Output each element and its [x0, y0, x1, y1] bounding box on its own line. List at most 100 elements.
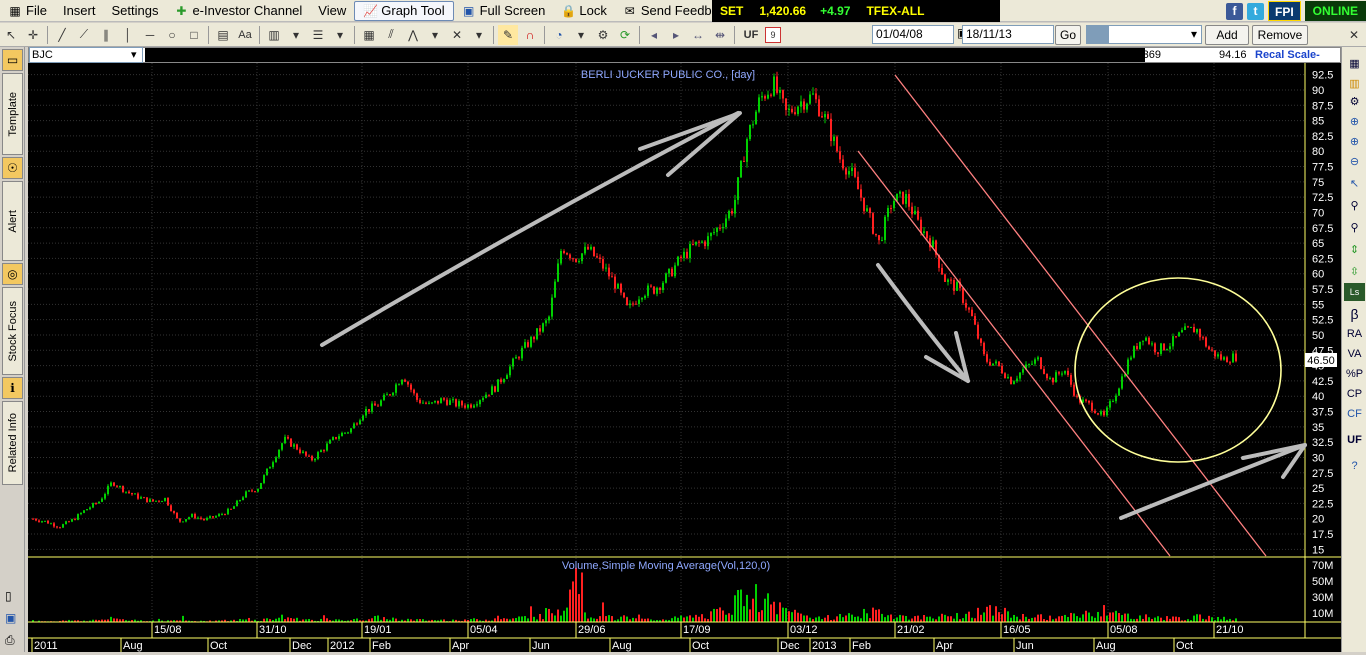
cf-label[interactable]: CF	[1344, 405, 1365, 423]
chevron-down-icon[interactable]: ▾	[131, 48, 137, 62]
line-style-dropdown-icon[interactable]: ▾	[286, 25, 306, 45]
close-icon[interactable]: ✕	[1344, 25, 1364, 45]
calendar-icon[interactable]: 9	[765, 26, 781, 43]
candle-body	[1187, 326, 1189, 328]
menu-graph-tool[interactable]: 📈 Graph Tool	[354, 0, 454, 21]
print-icon[interactable]: ⎙	[5, 633, 15, 648]
ls-icon[interactable]: Ls	[1344, 283, 1365, 301]
zoom-out-x-icon[interactable]: ↔	[688, 25, 708, 45]
zoom-out-icon[interactable]: ⊖	[1344, 153, 1365, 171]
tab-template[interactable]: Template	[2, 73, 23, 155]
tab-alert[interactable]: Alert	[2, 181, 23, 261]
rectangle-icon[interactable]: □	[184, 25, 204, 45]
menu-einvestor[interactable]: ✚ e-Investor Channel	[166, 0, 310, 22]
cycle-dropdown-icon[interactable]: ▾	[571, 25, 591, 45]
ray-icon[interactable]: ⟋	[74, 25, 94, 45]
chevron-down-icon: ▾	[1190, 27, 1197, 41]
settings-wheel-icon[interactable]: ⚙	[593, 25, 613, 45]
fpi-badge[interactable]: FPI	[1267, 1, 1301, 21]
fit-icon[interactable]: ⇳	[1344, 263, 1365, 281]
refresh-icon[interactable]: ⟳	[615, 25, 635, 45]
tab-stock-focus[interactable]: Stock Focus	[2, 287, 23, 375]
vertical-line-icon[interactable]: │	[118, 25, 138, 45]
pattern-dropdown-icon[interactable]: ▾	[425, 25, 445, 45]
candle-body	[893, 200, 895, 209]
save-icon[interactable]: ▣	[5, 611, 16, 625]
magnify-minus-icon[interactable]: ⚲	[1344, 219, 1365, 237]
date-to-input[interactable]: 18/11/13	[962, 25, 1054, 44]
help-icon[interactable]: ?	[1344, 457, 1365, 475]
indicator-select[interactable]: ▾	[1086, 25, 1202, 44]
circle-icon[interactable]: ○	[162, 25, 182, 45]
font-icon[interactable]: Aa	[235, 25, 255, 45]
annotation-circle[interactable]	[1074, 277, 1282, 463]
volume-bar	[809, 617, 811, 622]
va-label[interactable]: VA	[1344, 345, 1365, 363]
pencil-icon[interactable]: ✎	[498, 24, 518, 45]
crosshair-icon[interactable]: ✛	[23, 25, 43, 45]
menu-view[interactable]: View	[310, 0, 354, 22]
candle-body	[911, 206, 913, 215]
cursor-icon[interactable]: ↖	[1344, 175, 1365, 193]
zoom-in-x-icon[interactable]: ⇹	[710, 25, 730, 45]
uf-label[interactable]: UF	[1344, 431, 1365, 449]
beta-label[interactable]: β	[1344, 305, 1365, 323]
layout-icon[interactable]: ▦	[1344, 55, 1365, 73]
menu-lock[interactable]: 🔒 Lock	[553, 0, 614, 22]
trendline-icon[interactable]: ╱	[52, 25, 72, 45]
line-width-icon[interactable]: ☰	[308, 25, 328, 45]
channel-tool-icon[interactable]: ⫽	[381, 25, 401, 45]
new-page-icon[interactable]: ▯	[5, 589, 12, 603]
menu-settings[interactable]: Settings	[103, 0, 166, 22]
horizontal-line-icon[interactable]: ─	[140, 25, 160, 45]
scroll-left-icon[interactable]: ◂	[644, 25, 664, 45]
up-arrow-drawing[interactable]	[320, 111, 742, 347]
tab-related-info[interactable]: Related Info	[2, 401, 23, 485]
delete-icon[interactable]: ✕	[447, 25, 467, 45]
ra-label[interactable]: RA	[1344, 325, 1365, 343]
folder-icon[interactable]: ▭	[2, 49, 23, 71]
zoom-in-icon[interactable]: ⊕	[1344, 133, 1365, 151]
delete-dropdown-icon[interactable]: ▾	[469, 25, 489, 45]
info-icon[interactable]: ℹ	[2, 377, 23, 399]
symbol-input[interactable]: BJC	[29, 47, 143, 63]
date-from-calendar-icon[interactable]: ▣	[954, 25, 968, 44]
magnify-plus-icon[interactable]: ⚲	[1344, 197, 1365, 215]
line-width-dropdown-icon[interactable]: ▾	[330, 25, 350, 45]
menu-full-screen[interactable]: ▣ Full Screen	[454, 0, 554, 22]
chart-svg[interactable]: 92.5 90 87.5 85 82.5 80 77.5 75 72.5 70 67.5 65 62.5…	[28, 63, 1341, 652]
twitter-icon[interactable]: t	[1246, 2, 1264, 20]
pattern-icon[interactable]: ⋀	[403, 25, 423, 45]
candle-body	[923, 231, 925, 233]
parallel-icon[interactable]: ∥	[96, 25, 116, 45]
scroll-right-icon[interactable]: ▸	[666, 25, 686, 45]
magnet-icon[interactable]: ∩	[520, 25, 540, 45]
date-from-input[interactable]: 01/04/08	[872, 25, 954, 44]
settings-icon[interactable]: ⚙	[1344, 93, 1365, 111]
candle-body	[134, 493, 136, 495]
volume-bar	[383, 617, 385, 622]
cp-label[interactable]: CP	[1344, 385, 1365, 403]
remove-button[interactable]: Remove	[1252, 25, 1308, 45]
channel-icon: ✚	[176, 3, 187, 18]
volume-bar	[734, 595, 736, 622]
uf-button[interactable]: UF	[739, 25, 763, 45]
fibonacci-icon[interactable]: ▦	[359, 25, 379, 45]
channel-lower-line[interactable]	[857, 150, 1171, 557]
percent-p-label[interactable]: %P	[1344, 365, 1365, 383]
stock-chart[interactable]: 92.5 90 87.5 85 82.5 80 77.5 75 72.5 70 67.5 65 62.5…	[28, 63, 1341, 652]
chart-type-icon[interactable]: ▥	[1344, 75, 1365, 93]
text-box-icon[interactable]: ▤	[213, 25, 233, 45]
focus-icon[interactable]: ◎	[2, 263, 23, 285]
menu-file[interactable]: ▦ File	[0, 0, 55, 22]
bell-icon[interactable]: ☉	[2, 157, 23, 179]
scale-icon[interactable]: ⇕	[1344, 241, 1365, 259]
cycle-icon[interactable]: ◔	[549, 25, 569, 45]
pointer-icon[interactable]: ↖	[1, 25, 21, 45]
line-style-icon[interactable]: ▥	[264, 25, 284, 45]
facebook-icon[interactable]: f	[1225, 2, 1243, 20]
add-button[interactable]: Add	[1205, 25, 1249, 45]
menu-insert[interactable]: Insert	[55, 0, 104, 22]
go-button[interactable]: Go	[1055, 25, 1081, 45]
plus-icon[interactable]: ⊕	[1344, 113, 1365, 131]
